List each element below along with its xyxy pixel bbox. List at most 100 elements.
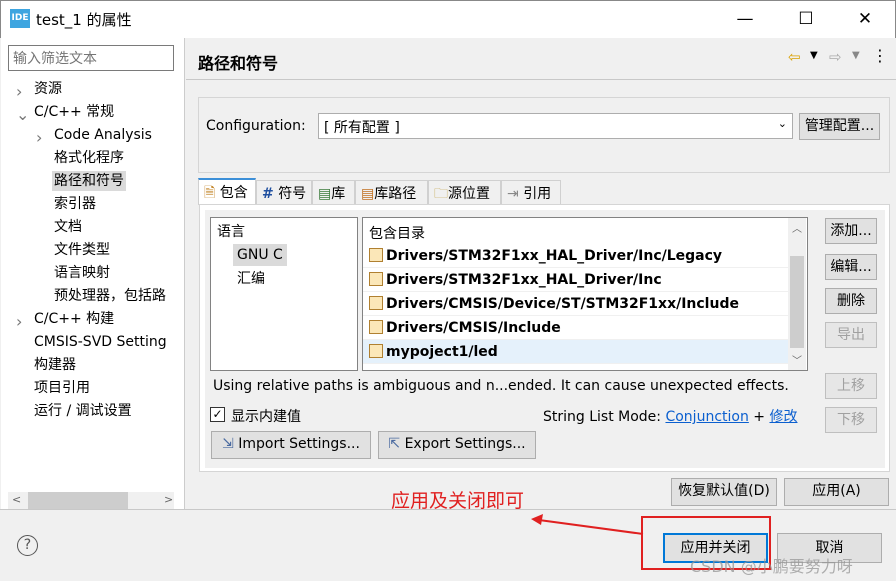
include-icon: 🗎 xyxy=(204,185,216,201)
tree-item[interactable]: 文档 xyxy=(54,217,82,237)
tree-item[interactable]: 预处理器，包括路 xyxy=(54,286,166,306)
tree-item[interactable]: 构建器 xyxy=(34,355,76,375)
tab-source-location[interactable]: 🗀源位置 xyxy=(428,180,501,204)
tree-item[interactable]: 格式化程序 xyxy=(54,148,124,168)
scroll-down-icon[interactable]: ﹀ xyxy=(792,352,802,367)
language-header: 语言 xyxy=(217,224,245,240)
view-menu-icon[interactable]: ⋮ xyxy=(872,46,888,65)
folder-icon: 🗀 xyxy=(434,186,448,202)
language-item[interactable]: 汇编 xyxy=(237,268,265,288)
scrollbar-thumb[interactable] xyxy=(790,256,804,348)
tab-references[interactable]: ⇥ 引用 xyxy=(501,180,561,204)
library-path-icon: ▤ xyxy=(361,186,375,202)
scroll-up-icon[interactable]: ︿ xyxy=(792,220,802,235)
string-list-mode: String List Mode: Conjunction + 修改 xyxy=(543,406,797,426)
annotation-arrow xyxy=(531,514,644,535)
forward-dropdown-icon[interactable]: ▼ xyxy=(852,50,860,61)
manage-configurations-button[interactable]: 管理配置... xyxy=(799,113,880,140)
vertical-scrollbar[interactable]: ︿ ﹀ xyxy=(788,218,806,370)
title-bar xyxy=(0,0,896,38)
include-folder-icon xyxy=(369,296,383,310)
include-row[interactable]: Drivers/STM32F1xx_HAL_Driver/Inc xyxy=(363,268,788,292)
conjunction-link[interactable]: Conjunction xyxy=(665,409,748,425)
chevron-down-icon: ⌄ xyxy=(777,117,787,130)
export-button[interactable]: 导出 xyxy=(825,322,877,348)
include-folder-icon xyxy=(369,248,383,262)
scrollbar-thumb[interactable] xyxy=(28,492,128,509)
include-path: mypoject1/led xyxy=(386,344,498,360)
language-item[interactable]: GNU C xyxy=(233,244,287,266)
library-icon: ▤ xyxy=(318,186,332,202)
include-row[interactable]: Drivers/CMSIS/Include xyxy=(363,316,788,340)
ide-logo-icon: IDE xyxy=(10,9,30,28)
language-list[interactable]: 语言 GNU C 汇编 xyxy=(210,217,358,371)
include-path: Drivers/STM32F1xx_HAL_Driver/Inc xyxy=(386,272,662,288)
move-down-button[interactable]: 下移 xyxy=(825,407,877,433)
edit-button[interactable]: 编辑... xyxy=(825,254,877,280)
tab-includes[interactable]: 🗎 包含 xyxy=(198,178,256,205)
chevron-right-icon[interactable]: › xyxy=(16,312,22,331)
help-icon[interactable]: ? xyxy=(17,535,38,556)
tree-item[interactable]: 运行 / 调试设置 xyxy=(34,401,132,421)
tree-item[interactable]: 语言映射 xyxy=(54,263,110,283)
import-settings-button[interactable]: ⇲ Import Settings... xyxy=(211,431,371,459)
modify-link[interactable]: 修改 xyxy=(769,409,797,425)
page-title: 路径和符号 xyxy=(198,54,279,73)
include-path: Drivers/CMSIS/Device/ST/STM32F1xx/Includ… xyxy=(386,296,739,312)
export-settings-button[interactable]: ⇱ Export Settings... xyxy=(378,431,536,459)
apply-button[interactable]: 应用(A) xyxy=(784,478,889,506)
forward-arrow-icon[interactable]: ⇨ xyxy=(829,48,842,66)
include-header: 包含目录 xyxy=(369,226,425,242)
tree-item[interactable]: 项目引用 xyxy=(34,378,90,398)
configuration-label: Configuration: xyxy=(206,118,306,134)
tree-item[interactable]: 资源 xyxy=(34,79,62,99)
include-row[interactable]: mypoject1/led xyxy=(363,340,788,364)
add-button[interactable]: 添加... xyxy=(825,218,877,244)
include-folder-icon xyxy=(369,320,383,334)
hash-icon: # xyxy=(262,186,274,202)
relative-path-warning: Using relative paths is ambiguous and n.… xyxy=(213,378,789,394)
include-row[interactable]: Drivers/CMSIS/Device/ST/STM32F1xx/Includ… xyxy=(363,292,788,316)
tab-libraries[interactable]: ▤库 xyxy=(312,180,355,204)
configuration-value: [ 所有配置 ] xyxy=(324,120,400,136)
watermark: CSDN @小鹏要努力呀 xyxy=(690,557,853,576)
tree-item[interactable]: 路径和符号 xyxy=(52,171,126,191)
configuration-select[interactable]: [ 所有配置 ] ⌄ xyxy=(318,113,793,139)
restore-defaults-button[interactable]: 恢复默认值(D) xyxy=(671,478,777,506)
maximize-icon[interactable]: ☐ xyxy=(791,6,821,32)
include-folder-icon xyxy=(369,344,383,358)
chevron-right-icon[interactable]: › xyxy=(16,82,22,101)
back-dropdown-icon[interactable]: ▼ xyxy=(810,50,818,61)
scroll-left-icon[interactable]: < xyxy=(12,493,21,506)
delete-button[interactable]: 删除 xyxy=(825,288,877,314)
export-icon: ⇱ xyxy=(388,436,401,452)
annotation-text: 应用及关闭即可 xyxy=(391,490,525,512)
include-folder-icon xyxy=(369,272,383,286)
plus-label: + xyxy=(753,409,766,425)
tree-item[interactable]: Code Analysis xyxy=(54,125,152,145)
show-builtin-label: 显示内建值 xyxy=(231,409,301,425)
filter-input[interactable] xyxy=(8,45,174,71)
tree-item[interactable]: 文件类型 xyxy=(54,240,110,260)
include-path: Drivers/STM32F1xx_HAL_Driver/Inc/Legacy xyxy=(386,248,723,264)
scroll-right-icon[interactable]: > xyxy=(164,493,173,506)
tree-item[interactable]: C/C++ 常规 xyxy=(34,102,114,122)
include-path: Drivers/CMSIS/Include xyxy=(386,320,561,336)
minimize-icon[interactable]: — xyxy=(730,6,760,32)
include-row[interactable]: Drivers/STM32F1xx_HAL_Driver/Inc/Legacy xyxy=(363,244,788,268)
chevron-down-icon[interactable]: ⌄ xyxy=(16,105,29,124)
include-directory-list[interactable]: 包含目录 Drivers/STM32F1xx_HAL_Driver/Inc/Le… xyxy=(362,217,808,371)
window-title: test_1 的属性 xyxy=(36,11,132,29)
import-icon: ⇲ xyxy=(222,436,234,452)
chevron-right-icon[interactable]: › xyxy=(36,128,42,147)
tab-library-paths[interactable]: ▤库路径 xyxy=(355,180,428,204)
show-builtin-checkbox[interactable]: ✓ xyxy=(210,407,225,422)
move-up-button[interactable]: 上移 xyxy=(825,373,877,399)
close-icon[interactable]: ✕ xyxy=(850,6,880,32)
back-arrow-icon[interactable]: ⇦ xyxy=(788,48,801,66)
reference-icon: ⇥ xyxy=(507,186,519,202)
tree-item[interactable]: C/C++ 构建 xyxy=(34,309,114,329)
tree-item[interactable]: CMSIS-SVD Setting xyxy=(34,332,167,352)
tab-symbols[interactable]: # 符号 xyxy=(256,180,312,204)
tree-item[interactable]: 索引器 xyxy=(54,194,96,214)
